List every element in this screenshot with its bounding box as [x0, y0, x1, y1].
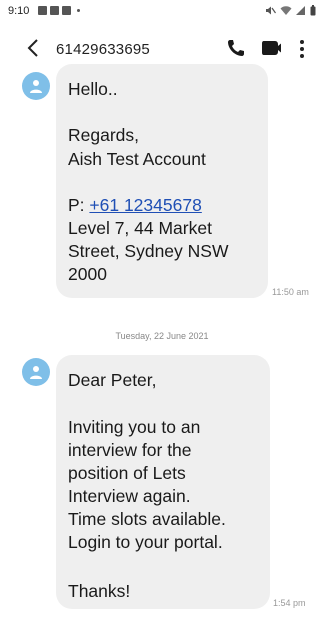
- settings-icon: [62, 6, 71, 15]
- gallery-icon: [38, 6, 47, 15]
- message-phone-line: P: +61 12345678: [68, 194, 202, 217]
- mute-icon: [266, 6, 276, 15]
- call-button[interactable]: [226, 38, 246, 58]
- message-timestamp: 11:50 am: [272, 287, 309, 297]
- phone-prefix: P:: [68, 195, 90, 215]
- phone-number-link[interactable]: +61 12345678: [89, 195, 201, 215]
- message-address: Level 7, 44 Market Street, Sydney NSW 20…: [68, 218, 229, 284]
- back-button[interactable]: [22, 34, 46, 62]
- message-bubble[interactable]: Hello.. Regards, Aish Test Account P: +6…: [56, 64, 268, 298]
- more-options-button[interactable]: [296, 38, 308, 60]
- status-bar: 9:10: [0, 0, 324, 26]
- conversation-header: 61429633695: [0, 28, 324, 68]
- wifi-icon: [280, 6, 292, 15]
- message-sender-name: Aish Test Account: [68, 149, 206, 169]
- contact-avatar[interactable]: [22, 358, 50, 386]
- signal-icon: [296, 6, 305, 15]
- status-time: 9:10: [8, 5, 30, 17]
- chevron-left-icon: [27, 39, 38, 57]
- date-separator: Tuesday, 22 June 2021: [115, 331, 209, 341]
- message-greeting: Hello..: [68, 79, 118, 99]
- system-icons: [265, 5, 316, 16]
- message-timestamp: 1:54 pm: [273, 598, 306, 608]
- contact-avatar[interactable]: [22, 72, 50, 100]
- video-call-button[interactable]: [260, 38, 282, 58]
- notification-icons: [38, 6, 80, 15]
- battery-icon: [310, 5, 316, 16]
- more-notifications-icon: [77, 9, 80, 12]
- message-greeting: Dear Peter,: [68, 370, 157, 390]
- message-sign-off: Regards,: [68, 125, 140, 145]
- phone-icon: [228, 40, 244, 56]
- person-icon: [30, 366, 42, 379]
- contact-number[interactable]: 61429633695: [56, 41, 150, 58]
- video-icon: [262, 41, 281, 55]
- person-icon: [30, 80, 42, 93]
- message-bubble[interactable]: Dear Peter, Inviting you to an interview…: [56, 355, 270, 609]
- message-body: Inviting you to an interview for the pos…: [68, 417, 226, 552]
- message-closing: Thanks!: [68, 581, 131, 601]
- messages-icon: [50, 6, 59, 15]
- more-vertical-icon: [300, 40, 304, 58]
